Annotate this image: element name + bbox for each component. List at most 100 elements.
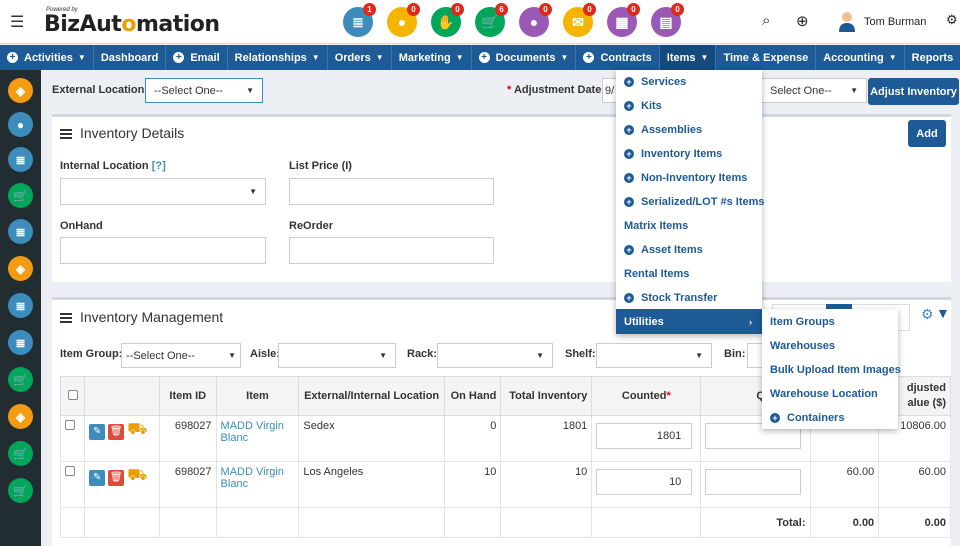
row-checkbox[interactable] bbox=[65, 420, 75, 430]
avatar[interactable] bbox=[837, 10, 857, 32]
user-name[interactable]: Tom Burman bbox=[864, 16, 926, 28]
plus-icon: + bbox=[770, 413, 780, 423]
items-icon[interactable]: ≣ bbox=[8, 293, 33, 318]
nav-item-relationships[interactable]: Relationships ▼ bbox=[228, 45, 328, 70]
forklift-icon[interactable]: ⛟ bbox=[127, 467, 147, 484]
case-notification-icon[interactable]: ● 0 bbox=[512, 3, 556, 41]
settings-gear-icon[interactable]: ⚙ bbox=[921, 306, 934, 323]
submenu-item-warehouse-location[interactable]: Warehouse Location bbox=[770, 388, 878, 400]
location-header[interactable]: External/Internal Location bbox=[298, 376, 445, 416]
onhand-input[interactable] bbox=[60, 237, 266, 264]
list-price-input[interactable] bbox=[289, 178, 494, 205]
menu-item-serialized-lot-s-items[interactable]: + Serialized/LOT #s Items bbox=[624, 196, 765, 208]
tag-icon[interactable]: ◈ bbox=[8, 78, 33, 103]
counted-input[interactable]: 10 bbox=[596, 469, 693, 495]
nav-item-documents[interactable]: + Documents ▼ bbox=[472, 45, 577, 70]
total-label: Total: bbox=[700, 507, 811, 538]
item-link[interactable]: MADD Virgin Blanc bbox=[221, 420, 284, 444]
on-hand-header[interactable]: On Hand bbox=[443, 376, 502, 416]
rack-select[interactable]: ▼ bbox=[437, 343, 553, 368]
nav-item-time-expense[interactable]: Time & Expense bbox=[716, 45, 817, 70]
main-content: External Location: --Select One-- ▼ * Adj… bbox=[41, 70, 960, 546]
plus-icon: + bbox=[7, 52, 18, 63]
menu-item-matrix-items[interactable]: Matrix Items bbox=[624, 220, 688, 232]
cart-icon[interactable]: 🛒 bbox=[8, 441, 33, 466]
qty-to-adjust-input[interactable] bbox=[705, 469, 802, 495]
users-icon[interactable]: ● bbox=[8, 112, 33, 137]
tag-icon[interactable]: ◈ bbox=[8, 404, 33, 429]
menu-item-non-inventory-items[interactable]: + Non-Inventory Items bbox=[624, 172, 747, 184]
item-group-select[interactable]: --Select One-- ▼ bbox=[121, 343, 241, 368]
filter-icon[interactable]: ▼ bbox=[936, 305, 950, 321]
menu-item-utilities[interactable]: Utilities › bbox=[616, 309, 762, 334]
total-inventory-header[interactable]: Total Inventory bbox=[500, 376, 593, 416]
plus-icon: + bbox=[624, 173, 634, 183]
row-checkbox[interactable] bbox=[65, 466, 75, 476]
menu-item-kits[interactable]: + Kits bbox=[624, 100, 662, 112]
submenu-item-bulk-upload-item-images[interactable]: Bulk Upload Item Images bbox=[770, 364, 901, 376]
submenu-item-warehouses[interactable]: Warehouses bbox=[770, 340, 835, 352]
select-all-checkbox[interactable] bbox=[67, 389, 78, 400]
search-icon[interactable]: ⌕ bbox=[762, 12, 770, 29]
document-notification-icon[interactable]: ▤ 0 bbox=[644, 3, 688, 41]
shelf-select[interactable]: ▼ bbox=[596, 343, 712, 368]
on-hand-cell: 0 bbox=[443, 415, 502, 462]
edit-icon[interactable]: ✎ bbox=[89, 470, 106, 486]
cart-icon[interactable]: 🛒 bbox=[8, 183, 33, 208]
menu-item-stock-transfer[interactable]: + Stock Transfer bbox=[624, 292, 717, 304]
cart-notification-icon[interactable]: 🛒 6 bbox=[468, 3, 512, 41]
external-location-select[interactable]: --Select One-- ▼ bbox=[145, 78, 263, 103]
item-id-header[interactable]: Item ID bbox=[158, 376, 217, 416]
mail-notification-icon[interactable]: ✉ 0 bbox=[556, 3, 600, 41]
nav-item-orders[interactable]: Orders ▼ bbox=[328, 45, 392, 70]
menu-item-services[interactable]: + Services bbox=[624, 76, 686, 88]
nav-item-activities[interactable]: + Activities ▼ bbox=[0, 45, 94, 70]
plus-icon: + bbox=[624, 149, 634, 159]
tag-icon[interactable]: ◈ bbox=[8, 256, 33, 281]
menu-item-assemblies[interactable]: + Assemblies bbox=[624, 124, 702, 136]
items-icon[interactable]: ≣ bbox=[8, 219, 33, 244]
zoom-search-icon[interactable]: ⊕ bbox=[796, 12, 809, 30]
logo[interactable]: BizAutomation bbox=[44, 12, 220, 37]
cart-icon[interactable]: 🛒 bbox=[8, 367, 33, 392]
submenu-item-containers[interactable]: + Containers bbox=[770, 412, 844, 424]
help-link[interactable]: [?] bbox=[152, 160, 166, 172]
reorder-input[interactable] bbox=[289, 237, 494, 264]
nav-item-accounting[interactable]: Accounting ▼ bbox=[816, 45, 905, 70]
nav-item-email[interactable]: + Email bbox=[166, 45, 228, 70]
nav-item-contracts[interactable]: + Contracts bbox=[576, 45, 660, 70]
settings-gear-icon[interactable]: ⚙ bbox=[946, 12, 958, 28]
delete-icon[interactable]: 🗑 bbox=[108, 470, 125, 486]
nav-item-marketing[interactable]: Marketing ▼ bbox=[392, 45, 472, 70]
items-icon[interactable]: ≣ bbox=[8, 330, 33, 355]
nav-item-reports[interactable]: Reports▼ bbox=[905, 45, 960, 70]
handshake-notification-icon[interactable]: ✋ 0 bbox=[424, 3, 468, 41]
menu-item-rental-items[interactable]: Rental Items bbox=[624, 268, 689, 280]
item-link[interactable]: MADD Virgin Blanc bbox=[221, 466, 284, 490]
calendar-notification-icon[interactable]: ▦ 0 bbox=[600, 3, 644, 41]
nav-item-dashboard[interactable]: Dashboard bbox=[94, 45, 167, 70]
items-notification-icon[interactable]: ≣ 1 bbox=[336, 3, 380, 41]
forklift-icon[interactable]: ⛟ bbox=[127, 421, 147, 438]
cart-icon[interactable]: 🛒 bbox=[8, 478, 33, 503]
items-icon[interactable]: ≣ bbox=[8, 147, 33, 172]
counted-header[interactable]: Counted* bbox=[591, 376, 702, 416]
counted-input[interactable]: 1801 bbox=[596, 423, 693, 449]
hamburger-menu-icon[interactable]: ☰ bbox=[10, 12, 24, 32]
menu-item-inventory-items[interactable]: + Inventory Items bbox=[624, 148, 722, 160]
aisle-select[interactable]: ▼ bbox=[278, 343, 396, 368]
edit-icon[interactable]: ✎ bbox=[89, 424, 106, 440]
users-notification-icon[interactable]: ● 0 bbox=[380, 3, 424, 41]
menu-item-asset-items[interactable]: + Asset Items bbox=[624, 244, 703, 256]
nav-item-label: Email bbox=[190, 51, 220, 64]
adjust-inventory-button[interactable]: Adjust Inventory bbox=[868, 78, 959, 105]
internal-location-select[interactable]: ▼ bbox=[60, 178, 266, 205]
submenu-item-item-groups[interactable]: Item Groups bbox=[770, 316, 835, 328]
add-button[interactable]: Add bbox=[908, 120, 946, 147]
nav-item-items[interactable]: Items ▼ bbox=[659, 45, 717, 70]
delete-icon[interactable]: 🗑 bbox=[108, 424, 125, 440]
items-dropdown-menu: + Services + Kits + Assemblies + Inventory Item… bbox=[616, 70, 765, 334]
item-header[interactable]: Item bbox=[215, 376, 300, 416]
bin-label: Bin: bbox=[724, 348, 746, 360]
location-select[interactable]: Select One-- ▼ bbox=[761, 78, 867, 103]
